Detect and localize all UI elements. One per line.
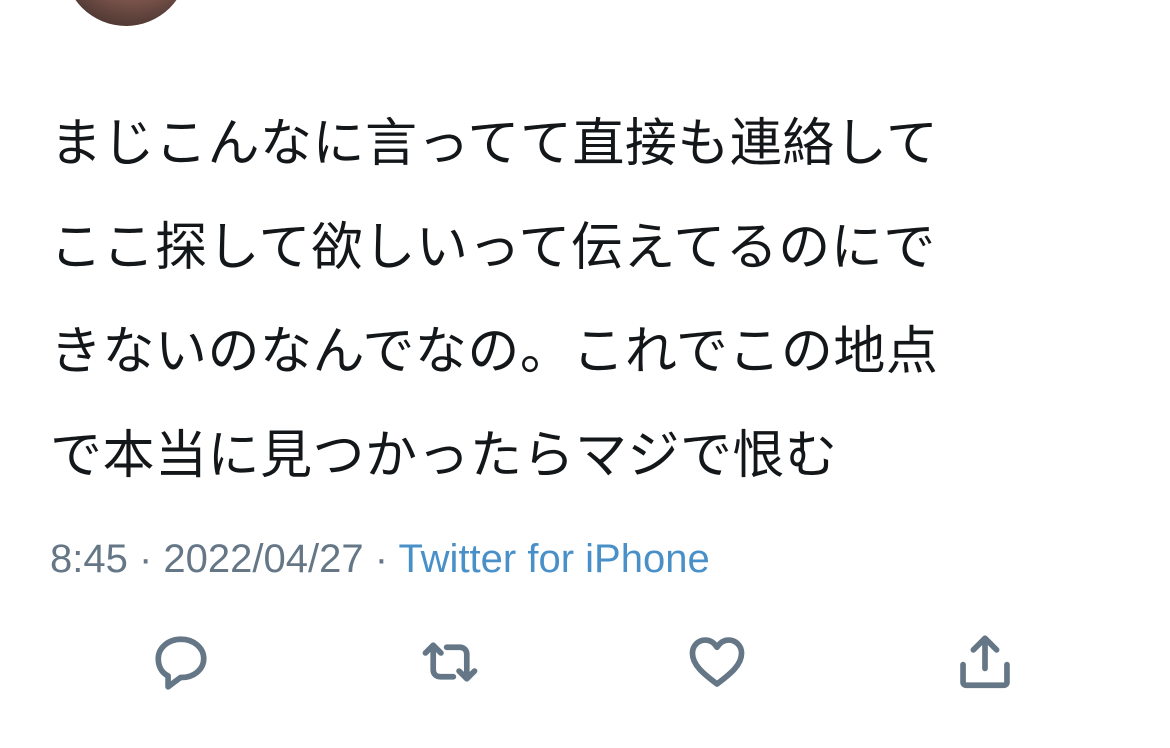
meta-separator: · (127, 537, 164, 581)
retweet-button[interactable] (412, 624, 488, 700)
avatar[interactable] (64, 0, 188, 26)
reply-icon (155, 636, 207, 690)
tweet-text-line: まじこんなに言ってて直接も連絡して (50, 114, 939, 174)
tweet-actions-bar (0, 624, 1170, 700)
tweet-metadata: 8:45 · 2022/04/27 · Twitter for iPhone (50, 534, 710, 584)
tweet-text: まじこんなに言ってて直接も連絡して ここ探して欲しいって伝えてるのにで きないの… (50, 92, 1130, 508)
tweet-date: 2022/04/27 (163, 537, 364, 581)
meta-separator: · (363, 537, 399, 581)
share-icon (960, 635, 1010, 689)
tweet-text-line: ここ探して欲しいって伝えてるのにで (50, 218, 936, 278)
tweet-source-link[interactable]: Twitter for iPhone (398, 537, 709, 581)
retweet-icon (422, 642, 478, 682)
tweet-text-line: で本当に見つかったらマジで恨む (50, 426, 838, 486)
tweet-text-line: きないのなんでなの。これでこの地点 (50, 322, 939, 382)
tweet-time: 8:45 (50, 537, 128, 581)
reply-button[interactable] (143, 624, 219, 700)
like-heart-icon (689, 637, 745, 687)
like-button[interactable] (679, 624, 755, 700)
share-button[interactable] (947, 624, 1023, 700)
